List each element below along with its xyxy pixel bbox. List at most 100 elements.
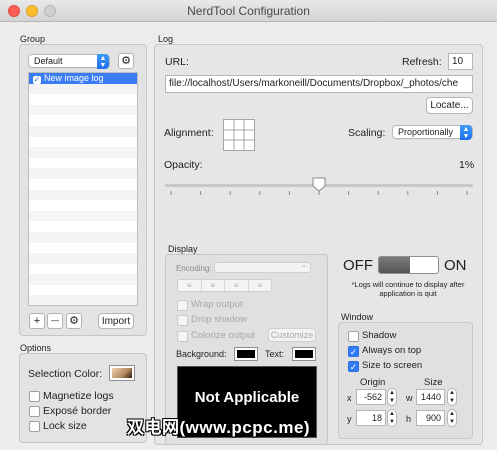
opacity-slider-knob[interactable]: [312, 177, 326, 192]
align-justify-icon[interactable]: ≡: [225, 280, 249, 291]
opacity-slider-track: [165, 177, 473, 195]
add-log-button[interactable]: +: [29, 313, 45, 329]
run-toggle[interactable]: [378, 256, 439, 274]
size-h-stepper[interactable]: ▲ ▼: [447, 409, 457, 427]
list-item: [29, 264, 137, 275]
lock-size-checkbox[interactable]: [29, 421, 40, 432]
options-heading: Options: [20, 343, 52, 353]
locate-button[interactable]: Locate...: [426, 97, 473, 114]
alignment-grid-lines: [224, 120, 254, 150]
url-field[interactable]: file://localhost/Users/markoneill/Docume…: [165, 75, 473, 93]
plus-icon: +: [33, 315, 41, 327]
popup-arrows-icon: ▲ ▼: [460, 125, 472, 140]
import-button[interactable]: Import: [98, 313, 134, 329]
text-alignment-control[interactable]: ≡ ≡ ≡ ≡: [177, 279, 272, 292]
size-to-screen-checkbox[interactable]: ✓: [348, 361, 359, 372]
group-heading: Group: [20, 34, 46, 44]
size-w-stepper[interactable]: ▲ ▼: [447, 388, 457, 406]
watermark-text: 双电网(www.pcpc.me): [127, 418, 311, 437]
refresh-field[interactable]: 10: [448, 53, 473, 70]
background-label: Background:: [176, 349, 227, 359]
remove-log-button[interactable]: —: [47, 313, 63, 329]
group-gear-button[interactable]: ⚙: [118, 53, 134, 69]
list-item: [29, 200, 137, 211]
wrap-output-checkbox[interactable]: [177, 300, 188, 311]
origin-y-stepper[interactable]: ▲ ▼: [387, 409, 397, 427]
toggle-on-label: ON: [444, 257, 467, 274]
align-left-icon[interactable]: ≡: [178, 280, 202, 291]
opacity-label: Opacity:: [164, 159, 203, 171]
drop-shadow-checkbox[interactable]: [177, 315, 188, 326]
gear-icon: ⚙: [121, 55, 131, 67]
size-w-field[interactable]: 1440: [416, 389, 445, 405]
toggle-knob: [379, 257, 410, 273]
origin-x-stepper[interactable]: ▲ ▼: [387, 388, 397, 406]
align-right-icon[interactable]: ≡: [249, 280, 272, 291]
list-item: [29, 168, 137, 179]
colorize-output-label: Colorize output: [191, 330, 255, 341]
text-color-well[interactable]: [292, 347, 316, 361]
log-heading: Log: [158, 34, 174, 44]
toggle-note: *Logs will continue to display after app…: [351, 280, 465, 298]
list-item: [29, 137, 137, 148]
minimize-window-button[interactable]: [26, 5, 38, 17]
close-window-button[interactable]: [8, 5, 20, 17]
chevron-down-icon: ⌄: [301, 262, 307, 269]
always-on-top-checkbox[interactable]: ✓: [348, 346, 359, 357]
scaling-label: Scaling:: [348, 127, 386, 139]
magnetize-logs-label: Magnetize logs: [43, 390, 114, 402]
zoom-window-button[interactable]: [44, 5, 56, 17]
display-heading: Display: [168, 244, 198, 254]
list-item: [29, 231, 137, 243]
h-label: h: [406, 414, 412, 424]
list-item: [29, 274, 137, 285]
origin-label: Origin: [360, 377, 386, 388]
scaling-popup[interactable]: Proportionally ▲ ▼: [392, 125, 473, 140]
expose-border-label: Exposé border: [43, 405, 112, 417]
encoding-label: Encoding:: [176, 264, 212, 273]
list-item[interactable]: ✓ New image log: [29, 73, 137, 84]
shadow-checkbox[interactable]: [348, 331, 359, 342]
shadow-label: Shadow: [362, 330, 397, 341]
wrap-output-label: Wrap output: [191, 299, 243, 310]
origin-y-field[interactable]: 18: [356, 410, 386, 426]
alignment-grid[interactable]: [223, 119, 255, 151]
title-bar: NerdTool Configuration: [0, 0, 497, 22]
toggle-off-label: OFF: [343, 257, 373, 274]
opacity-slider[interactable]: [165, 176, 473, 196]
scaling-popup-value: Proportionally: [398, 127, 454, 137]
x-label: x: [347, 393, 352, 403]
group-popup[interactable]: Default ▲ ▼: [28, 54, 110, 69]
gear-icon: ⚙: [69, 315, 79, 327]
origin-x-field[interactable]: -562: [356, 389, 386, 405]
log-enabled-checkbox[interactable]: ✓: [33, 76, 41, 84]
expose-border-checkbox[interactable]: [29, 406, 40, 417]
log-gear-button[interactable]: ⚙: [66, 313, 82, 329]
always-on-top-label: Always on top: [362, 345, 422, 356]
window-heading: Window: [341, 312, 374, 322]
preview-text: Not Applicable: [194, 389, 300, 406]
log-list[interactable]: ✓ New image log: [28, 72, 138, 306]
encoding-popup[interactable]: ⌄: [214, 262, 311, 273]
magnetize-logs-checkbox[interactable]: [29, 391, 40, 402]
list-item: [29, 243, 137, 254]
align-center-icon[interactable]: ≡: [202, 280, 225, 291]
url-label: URL:: [165, 56, 189, 68]
list-item: [29, 189, 137, 201]
list-item: [29, 285, 137, 296]
selection-color-label: Selection Color:: [28, 368, 103, 380]
list-item: [29, 158, 137, 169]
size-h-field[interactable]: 900: [416, 410, 445, 426]
selection-color-well[interactable]: [109, 365, 135, 381]
opacity-value: 1%: [459, 159, 475, 171]
size-to-screen-label: Size to screen: [362, 360, 423, 371]
customize-button[interactable]: Customize: [268, 328, 316, 342]
text-color-label: Text:: [265, 349, 285, 359]
popup-arrows-icon: ▲ ▼: [97, 54, 109, 69]
size-label: Size: [424, 377, 443, 388]
log-item-label: New image log: [44, 73, 104, 83]
list-item: [29, 115, 137, 126]
list-item: [29, 221, 137, 232]
colorize-output-checkbox[interactable]: [177, 331, 188, 342]
background-color-well[interactable]: [234, 347, 258, 361]
